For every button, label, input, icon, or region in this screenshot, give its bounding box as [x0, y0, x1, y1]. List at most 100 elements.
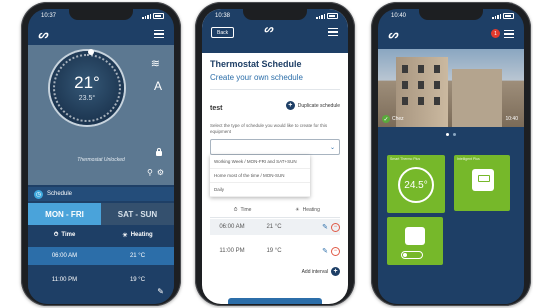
- table-row: 06:00 AM 21 °C ✎ −: [210, 219, 340, 235]
- power-toggle[interactable]: [401, 251, 423, 259]
- app-logo: ᔕ: [264, 24, 273, 35]
- add-interval-label: Add interval: [301, 268, 328, 275]
- boiler-tile[interactable]: Intelligent Plus: [454, 155, 510, 211]
- timer-icon: ⏱: [53, 231, 59, 238]
- set-temperature: 23.5°: [78, 95, 96, 102]
- pencil-icon[interactable]: ✎: [322, 223, 328, 232]
- row-temp: 19 °C: [266, 248, 282, 254]
- schedule-type-dropdown: Working Week / MON-FRI and SAT+SUN Home …: [210, 155, 310, 197]
- sun-icon: ☀: [122, 232, 128, 239]
- day-tabs: MON - FRI SAT - SUN: [28, 203, 174, 225]
- app-logo: ᔕ: [388, 28, 398, 41]
- home-name: Chez: [392, 116, 404, 122]
- phone-frame-dashboard: 10:40 ᔕ 1 ✓ Chez 10:40 Smart Thermo Plus…: [371, 2, 531, 306]
- screen-thermostat: 10:37 ᔕ 21° 23.5° ≋ A Thermostat Unlocke…: [28, 9, 174, 304]
- home-time: 10:40: [505, 116, 518, 122]
- pencil-icon[interactable]: ✎: [157, 287, 164, 296]
- schedule-title: Schedule: [47, 191, 73, 197]
- status-time: 10:38: [215, 13, 231, 19]
- column-time: Time: [240, 207, 252, 213]
- tile-label: Intelligent Plus: [457, 157, 480, 161]
- dropdown-option[interactable]: Home most of the time / MON-SUN: [210, 169, 310, 183]
- phone-frame-schedule-editor: 10:38 Back ᔕ Thermostat Schedule Create …: [195, 2, 355, 306]
- add-interval-button[interactable]: Add interval +: [302, 267, 340, 276]
- tab-sat-sun[interactable]: SAT - SUN: [101, 203, 174, 225]
- help-text: Select the type of schedule you would li…: [210, 123, 328, 134]
- hamburger-menu-icon[interactable]: [328, 28, 338, 37]
- schedule-columns: ⏱ Time ☀ Heating: [210, 203, 340, 218]
- signal-icon: [142, 13, 151, 19]
- plus-icon: +: [331, 267, 340, 276]
- column-time: Time: [61, 232, 76, 238]
- hamburger-menu-icon[interactable]: [504, 29, 514, 39]
- remove-icon[interactable]: −: [331, 222, 340, 232]
- building-image: [452, 69, 502, 127]
- smart-plug-tile[interactable]: [387, 217, 443, 265]
- check-icon: ✓: [382, 115, 390, 123]
- gear-icon[interactable]: ⚙: [157, 168, 164, 177]
- tab-mon-fri[interactable]: MON - FRI: [28, 203, 101, 225]
- app-header: ᔕ: [378, 23, 524, 45]
- auto-mode-icon[interactable]: A: [154, 79, 162, 93]
- column-heating: Heating: [302, 207, 320, 213]
- boiler-icon: [472, 169, 494, 191]
- schedule-header: ◷ Schedule: [28, 187, 174, 201]
- row-time: 11:00 PM: [51, 277, 78, 283]
- app-logo: ᔕ: [38, 28, 48, 41]
- clock-icon: ◷: [34, 189, 43, 199]
- table-row[interactable]: 11:00 PM 19 °C: [28, 271, 174, 289]
- timer-icon: ⏱: [233, 207, 238, 213]
- pencil-icon[interactable]: ✎: [322, 247, 328, 256]
- wrench-icon[interactable]: ⚲: [147, 168, 153, 177]
- screen-dashboard: 10:40 ᔕ 1 ✓ Chez 10:40 Smart Thermo Plus…: [378, 9, 524, 304]
- chevron-down-icon: ⌄: [329, 144, 335, 151]
- dropdown-option[interactable]: Working Week / MON-FRI and SAT+SUN: [210, 155, 310, 169]
- screen-schedule-editor: 10:38 Back ᔕ Thermostat Schedule Create …: [202, 9, 348, 304]
- tile-temperature: 24.5°: [404, 179, 428, 191]
- battery-icon: [327, 13, 338, 19]
- page-title: Thermostat Schedule: [210, 59, 302, 69]
- temperature-dial[interactable]: 21° 23.5°: [50, 49, 124, 125]
- schedule-name: test: [210, 105, 223, 112]
- row-temp: 21 °C: [129, 253, 146, 259]
- schedule-columns: ⏱ Time ☀ Heating: [28, 227, 174, 243]
- phone-notch: [69, 9, 133, 20]
- row-time: 11:00 PM: [219, 248, 245, 254]
- page-subtitle: Create your own schedule: [210, 73, 303, 82]
- status-time: 10:37: [41, 13, 57, 19]
- duplicate-schedule-button[interactable]: + Duplicate schedule: [285, 101, 340, 110]
- table-row: 11:00 PM 19 °C ✎ −: [210, 243, 340, 259]
- status-time: 10:40: [391, 13, 407, 19]
- dropdown-option[interactable]: Daily: [210, 183, 310, 197]
- column-heating: Heating: [130, 232, 153, 238]
- save-button[interactable]: [228, 298, 322, 304]
- current-temperature: 21°: [74, 73, 100, 92]
- divider: [210, 89, 340, 90]
- heating-icon: ≋: [150, 58, 160, 70]
- remove-icon[interactable]: −: [331, 246, 340, 256]
- lock-status-text: Thermostat Unlocked: [77, 157, 125, 163]
- schedule-type-select[interactable]: ⌄: [210, 139, 340, 155]
- tile-label: Smart Thermo Plus: [390, 157, 421, 161]
- phone-frame-thermostat: 10:37 ᔕ 21° 23.5° ≋ A Thermostat Unlocke…: [21, 2, 181, 306]
- hamburger-menu-icon[interactable]: [154, 29, 164, 39]
- app-header: ᔕ: [28, 23, 174, 45]
- back-button[interactable]: Back: [211, 27, 235, 38]
- duplicate-label: Duplicate schedule: [297, 102, 340, 109]
- notification-badge[interactable]: 1: [491, 29, 500, 38]
- row-temp: 21 °C: [266, 224, 282, 230]
- table-row[interactable]: 06:00 AM 21 °C: [28, 247, 174, 265]
- row-time: 06:00 AM: [51, 253, 78, 259]
- dial-knob[interactable]: [88, 49, 94, 55]
- battery-icon: [503, 13, 514, 19]
- sun-icon: ☀: [295, 207, 300, 213]
- plus-icon: +: [285, 101, 295, 110]
- thermostat-dial-icon: 24.5°: [398, 167, 434, 203]
- thermostat-tile[interactable]: Smart Thermo Plus 24.5°: [387, 155, 445, 213]
- battery-icon: [153, 13, 164, 19]
- pager-dots: [378, 133, 524, 136]
- signal-icon: [316, 13, 325, 19]
- plug-icon: [405, 227, 425, 245]
- lock-icon[interactable]: [156, 148, 162, 156]
- home-photo[interactable]: ✓ Chez 10:40: [378, 49, 524, 127]
